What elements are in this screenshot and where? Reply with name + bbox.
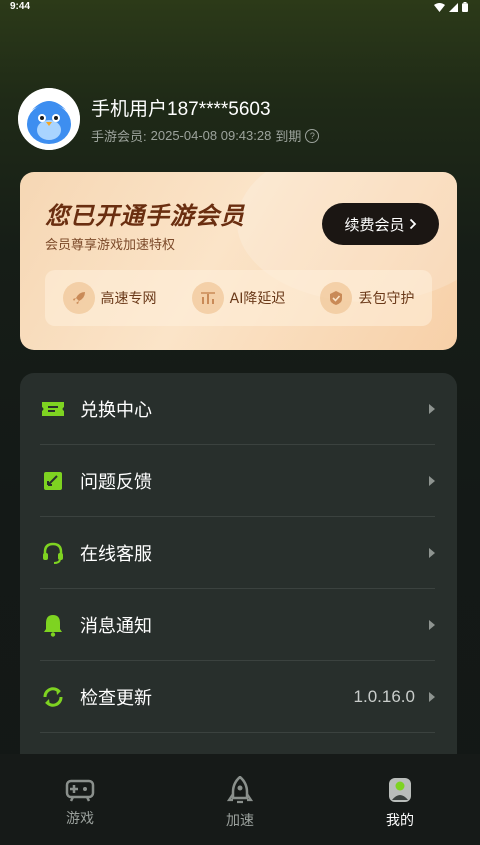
renew-membership-button[interactable]: 续费会员 xyxy=(322,203,439,245)
chevron-right-icon xyxy=(429,620,435,630)
perk-ai-latency: AI降延迟 xyxy=(191,282,286,314)
tab-label: 加速 xyxy=(226,813,254,829)
tab-label: 我的 xyxy=(386,813,414,829)
tab-games[interactable]: 游戏 xyxy=(0,754,160,845)
vip-subtitle: 会员尊享游戏加速特权 xyxy=(45,238,176,253)
ticket-icon xyxy=(40,396,66,422)
user-icon xyxy=(389,778,411,802)
help-icon[interactable]: ? xyxy=(305,128,320,143)
chevron-right-icon xyxy=(429,476,435,486)
gamepad-icon xyxy=(65,779,95,802)
bird-avatar-icon xyxy=(18,88,80,150)
tab-label: 游戏 xyxy=(66,811,94,827)
shield-icon xyxy=(320,282,353,314)
perk-high-speed: 高速专网 xyxy=(62,282,157,314)
divider xyxy=(40,732,435,733)
perk-packet-loss: 丢包守护 xyxy=(320,282,414,314)
menu-item-check-update[interactable]: 检查更新 1.0.16.0 xyxy=(40,661,435,733)
menu-item-customer-service[interactable]: 在线客服 xyxy=(40,517,435,589)
tab-mine[interactable]: 我的 xyxy=(320,754,480,845)
battery-icon xyxy=(462,2,468,12)
perk-label: 丢包守护 xyxy=(358,291,415,307)
menu-item-notifications[interactable]: 消息通知 xyxy=(40,589,435,661)
vip-card: 您已开通手游会员 会员尊享游戏加速特权 续费会员 高速专网 AI降延迟 丢包守护 xyxy=(20,172,457,350)
chevron-right-icon xyxy=(429,548,435,558)
wifi-icon xyxy=(434,2,445,12)
rocket-icon xyxy=(62,282,95,314)
menu-label: 兑换中心 xyxy=(80,400,152,421)
expire-suffix: 到期 xyxy=(275,129,302,144)
menu-label: 检查更新 xyxy=(80,688,152,709)
avatar[interactable] xyxy=(18,88,80,150)
status-icons xyxy=(434,2,468,12)
feedback-icon xyxy=(40,468,66,494)
perk-label: AI降延迟 xyxy=(229,291,286,307)
menu-label: 问题反馈 xyxy=(80,472,152,493)
expire-datetime: 2025-04-08 09:43:28 xyxy=(150,128,272,143)
menu-item-redeem[interactable]: 兑换中心 xyxy=(40,373,435,445)
vip-title: 您已开通手游会员 xyxy=(45,202,245,230)
membership-expiry: 手游会员: 2025-04-08 09:43:28 到期 ? xyxy=(91,126,320,145)
rocket-tab-icon xyxy=(227,776,253,804)
menu-label: 消息通知 xyxy=(80,616,152,637)
username: 手机用户187****5603 xyxy=(91,99,271,120)
chevron-right-icon xyxy=(429,692,435,702)
latency-icon xyxy=(191,282,224,314)
menu-item-feedback[interactable]: 问题反馈 xyxy=(40,445,435,517)
app-version: 1.0.16.0 xyxy=(353,687,415,706)
vip-perks: 高速专网 AI降延迟 丢包守护 xyxy=(45,270,432,326)
profile-header: 手机用户187****5603 手游会员: 2025-04-08 09:43:2… xyxy=(18,88,458,152)
refresh-icon xyxy=(40,684,66,710)
headset-icon xyxy=(40,540,66,566)
tab-accelerate[interactable]: 加速 xyxy=(160,754,320,845)
renew-label: 续费会员 xyxy=(344,215,405,234)
signal-icon xyxy=(449,2,458,12)
chevron-right-icon xyxy=(409,218,416,230)
bottom-tab-bar: 游戏 加速 我的 xyxy=(0,754,480,845)
chevron-right-icon xyxy=(429,404,435,414)
bell-icon xyxy=(40,612,66,638)
status-time: 9:44 xyxy=(10,1,31,12)
menu-label: 在线客服 xyxy=(80,544,152,565)
status-bar: 9:44 xyxy=(0,0,480,16)
member-prefix: 手游会员: xyxy=(91,129,147,144)
perk-label: 高速专网 xyxy=(100,291,157,307)
menu-card: 兑换中心 问题反馈 在线客服 消息通知 检查更新 1.0.16.0 xyxy=(20,373,457,773)
